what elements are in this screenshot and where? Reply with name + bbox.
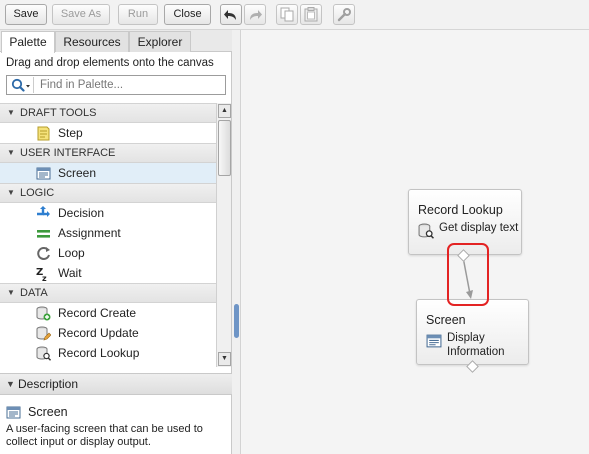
category-label: LOGIC <box>20 187 55 199</box>
collapse-arrow-icon: ▼ <box>6 379 15 389</box>
node-title: Record Lookup <box>418 203 503 217</box>
palette-item-wait[interactable]: Zz Wait <box>0 263 216 283</box>
decision-icon <box>37 206 50 217</box>
node-screen[interactable]: Screen Display Information <box>416 299 529 365</box>
item-label: Loop <box>58 246 85 260</box>
collapse-arrow-icon: ▼ <box>7 108 15 117</box>
palette-item-assignment[interactable]: Assignment <box>0 223 216 243</box>
palette-item-loop[interactable]: Loop <box>0 243 216 263</box>
flow-canvas[interactable]: Record Lookup Get display text Screen Di… <box>242 30 589 454</box>
collapse-arrow-icon: ▼ <box>7 188 15 197</box>
collapse-arrow-icon: ▼ <box>7 148 15 157</box>
step-icon <box>37 126 50 141</box>
record-create-icon <box>36 306 51 321</box>
node-subtitle-line2: Information <box>447 346 505 358</box>
paste-icon <box>304 7 318 22</box>
category-draft-tools[interactable]: ▼ DRAFT TOOLS <box>0 103 216 123</box>
run-button[interactable]: Run <box>118 4 158 25</box>
description-header[interactable]: ▼ Description <box>0 373 232 395</box>
loop-icon <box>37 247 50 260</box>
item-label: Record Create <box>58 306 137 320</box>
tab-palette[interactable]: Palette <box>1 31 55 53</box>
wait-icon: Zz <box>36 267 47 281</box>
palette-search[interactable]: Find in Palette... <box>6 75 226 95</box>
undo-button[interactable] <box>220 4 242 25</box>
panel-tabs: Palette Resources Explorer <box>0 30 232 53</box>
save-button[interactable]: Save <box>5 4 47 25</box>
palette-hint: Drag and drop elements onto the canvas <box>6 57 214 69</box>
collapse-arrow-icon: ▼ <box>7 288 15 297</box>
search-options-button[interactable] <box>8 77 34 93</box>
screen-icon <box>426 334 442 348</box>
record-update-icon <box>36 326 51 341</box>
screen-icon <box>6 406 21 419</box>
palette-item-step[interactable]: Step <box>0 123 216 143</box>
item-label: Record Update <box>58 326 139 340</box>
item-label: Step <box>58 126 83 140</box>
item-label: Decision <box>58 206 105 220</box>
redo-button[interactable] <box>244 4 266 25</box>
settings-button[interactable] <box>333 4 355 25</box>
tab-explorer[interactable]: Explorer <box>129 31 191 52</box>
category-label: USER INTERFACE <box>20 147 116 159</box>
record-lookup-icon <box>418 223 434 239</box>
category-logic[interactable]: ▼ LOGIC <box>0 183 216 203</box>
redo-icon <box>250 9 262 20</box>
palette-item-record-lookup[interactable]: Record Lookup <box>0 343 216 363</box>
close-button[interactable]: Close <box>164 4 211 25</box>
description-header-label: Description <box>18 377 79 391</box>
node-subtitle-line1: Display <box>447 332 485 344</box>
palette-item-record-create[interactable]: Record Create <box>0 303 216 323</box>
item-label: Screen <box>58 166 97 180</box>
category-user-interface[interactable]: ▼ USER INTERFACE <box>0 143 216 163</box>
assignment-icon <box>37 230 50 238</box>
search-icon <box>11 78 30 92</box>
paste-button[interactable] <box>300 4 322 25</box>
palette-scrollbar[interactable]: ▲ ▼ <box>216 103 231 367</box>
item-label: Record Lookup <box>58 346 140 360</box>
description-title: Screen <box>6 404 68 420</box>
copy-icon <box>280 7 294 22</box>
palette-list: ▼ DRAFT TOOLS Step ▼ USER INTERFACE Scre… <box>0 103 216 367</box>
wrench-icon <box>337 7 351 21</box>
left-panel: Palette Resources Explorer Drag and drop… <box>0 30 232 454</box>
category-label: DATA <box>20 287 48 299</box>
category-label: DRAFT TOOLS <box>20 107 97 119</box>
node-subtitle: Get display text <box>439 222 519 234</box>
item-label: Assignment <box>58 226 121 240</box>
undo-icon <box>224 9 236 20</box>
scroll-thumb[interactable] <box>218 120 231 176</box>
palette-item-record-update[interactable]: Record Update <box>0 323 216 343</box>
palette-item-screen[interactable]: Screen <box>0 163 216 183</box>
svg-text:z: z <box>42 274 47 281</box>
tab-resources[interactable]: Resources <box>55 31 129 52</box>
scroll-up-button[interactable]: ▲ <box>218 104 231 118</box>
palette-item-decision[interactable]: Decision <box>0 203 216 223</box>
panel-splitter[interactable] <box>232 30 241 454</box>
connector-highlight <box>447 243 489 306</box>
description-title-label: Screen <box>28 405 68 419</box>
search-input[interactable]: Find in Palette... <box>40 79 123 91</box>
toolbar: Save Save As Run Close <box>0 0 589 30</box>
screen-icon <box>36 167 51 180</box>
description-text: A user-facing screen that can be used to… <box>6 423 203 448</box>
record-lookup-icon <box>36 346 51 361</box>
node-title: Screen <box>426 313 466 327</box>
splitter-grip[interactable] <box>234 304 239 338</box>
item-label: Wait <box>58 266 82 280</box>
save-as-button[interactable]: Save As <box>52 4 110 25</box>
category-data[interactable]: ▼ DATA <box>0 283 216 303</box>
scroll-down-button[interactable]: ▼ <box>218 352 231 366</box>
copy-button[interactable] <box>276 4 298 25</box>
